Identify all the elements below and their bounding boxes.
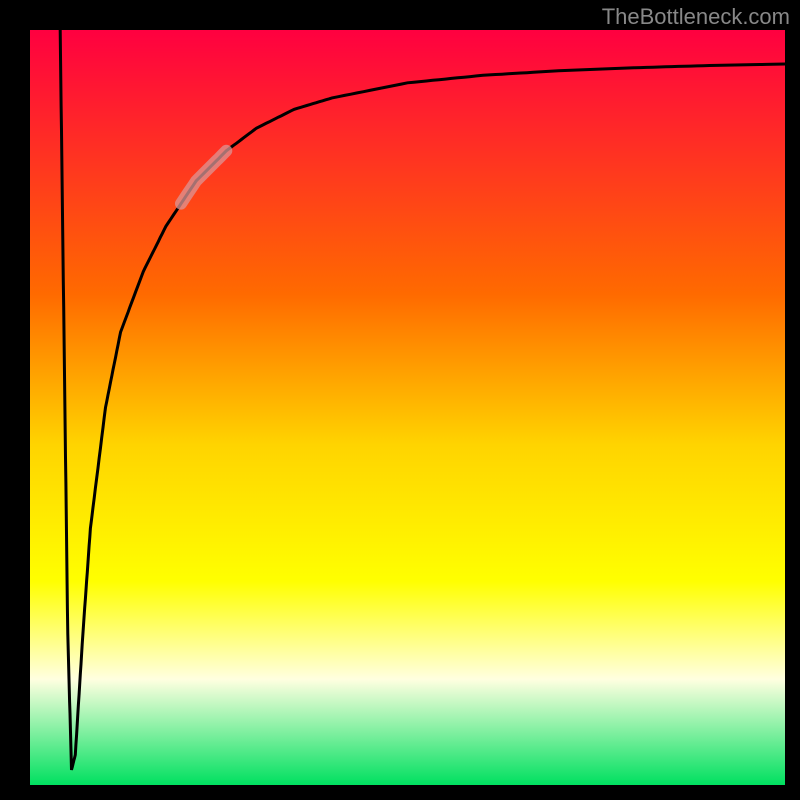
plot-area (30, 30, 785, 785)
chart-frame: TheBottleneck.com (0, 0, 800, 800)
attribution-text: TheBottleneck.com (602, 4, 790, 30)
bottleneck-chart (0, 0, 800, 800)
